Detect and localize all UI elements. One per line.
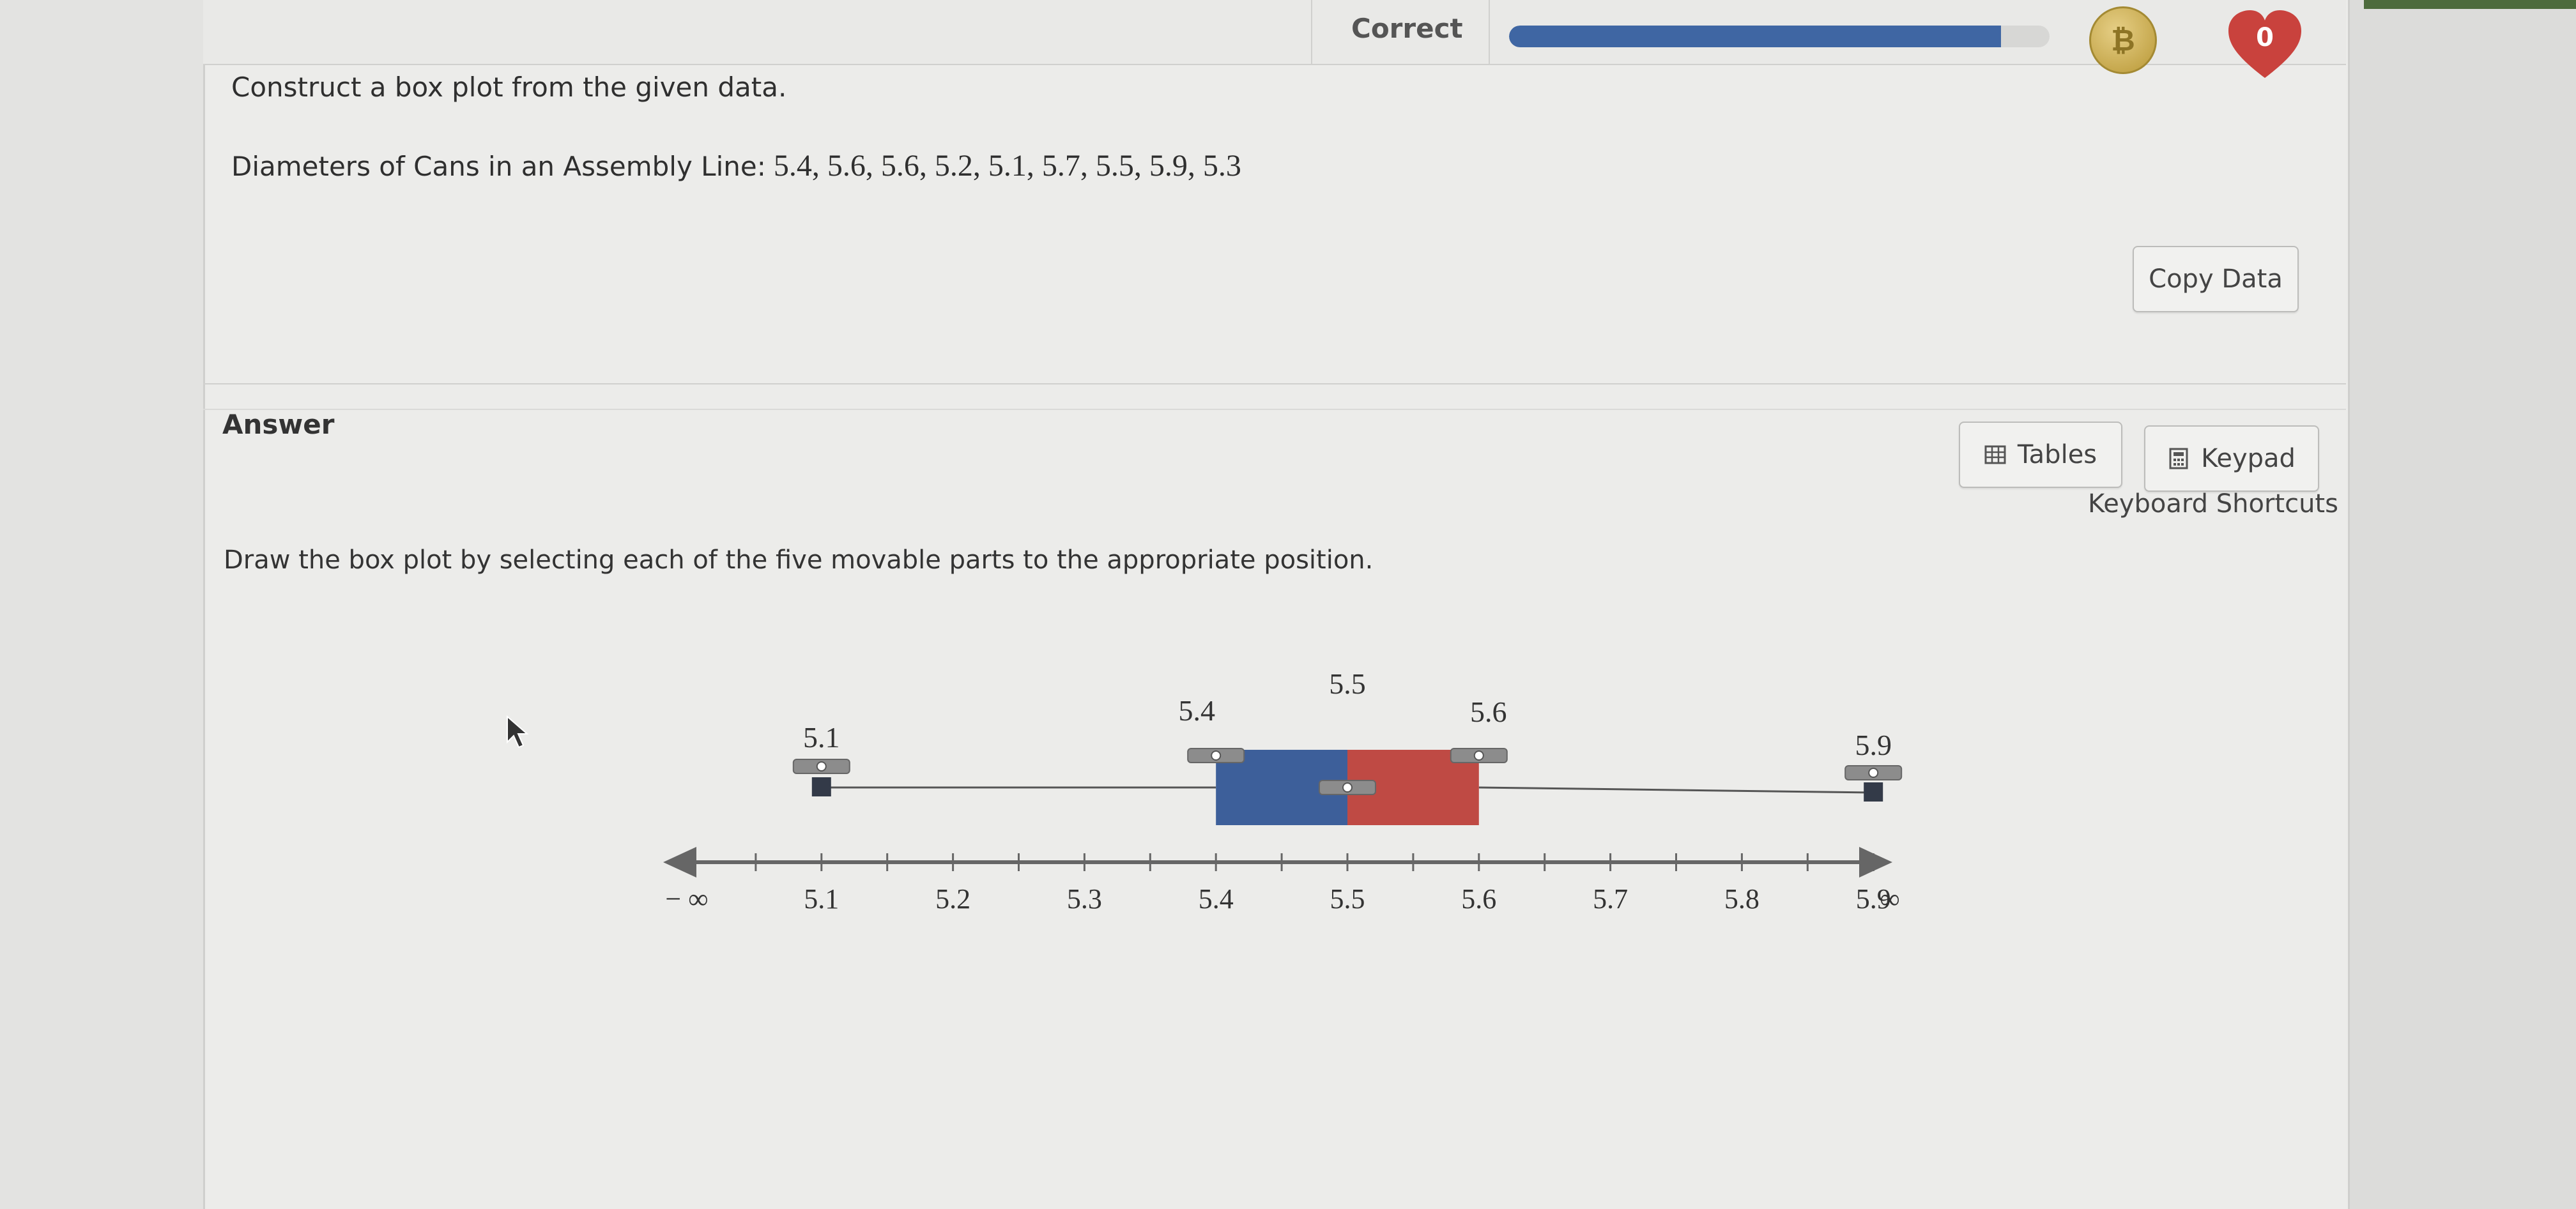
keypad-button[interactable]: Keypad <box>2144 425 2319 492</box>
max-handle-grip-icon <box>1868 768 1879 778</box>
tables-button[interactable]: Tables <box>1959 422 2122 488</box>
data-label: Diameters of Cans in an Assembly Line: <box>231 151 766 182</box>
tick-label: 5.6 <box>1461 883 1496 915</box>
q1-value-label: 5.4 <box>1178 694 1215 727</box>
tick-label: 5.4 <box>1199 883 1234 915</box>
q1-handle-grip-icon <box>1211 750 1222 761</box>
instruction-text: Draw the box plot by selecting each of t… <box>224 545 1374 575</box>
axis-left-arrow-icon <box>663 847 696 878</box>
q3-handle-grip-icon <box>1473 750 1484 761</box>
progress-bar <box>1509 26 2050 47</box>
tick-label: 5.8 <box>1724 883 1759 915</box>
progress-fill <box>1509 26 2001 47</box>
axis-right-end-label: ∞ <box>1880 883 1899 915</box>
tick-label: 5.7 <box>1593 883 1628 915</box>
upper-whisker <box>1478 786 1874 794</box>
question-prompt: Construct a box plot from the given data… <box>231 72 787 103</box>
min-marker[interactable] <box>811 777 831 796</box>
median-handle-grip-icon <box>1342 782 1353 793</box>
box-plot-chart[interactable]: 5.1 5.2 5.3 5.4 5.5 5.6 5.7 5.8 5.9 − ∞ ∞ 5.1 5.4 5.5… <box>639 651 1917 939</box>
tables-label: Tables <box>2017 440 2097 469</box>
table-icon <box>1984 445 2006 464</box>
min-value-label: 5.1 <box>803 721 840 754</box>
window-edge <box>2364 0 2576 9</box>
median-value-label: 5.5 <box>1329 667 1366 700</box>
data-values: 5.4, 5.6, 5.6, 5.2, 5.1, 5.7, 5.5, 5.9, … <box>773 149 1241 183</box>
calculator-icon <box>2169 448 2188 469</box>
keyboard-shortcuts-link[interactable]: Keyboard Shortcuts <box>2088 489 2338 519</box>
data-line: Diameters of Cans in an Assembly Line: 5.… <box>231 148 1241 183</box>
status-label: Correct <box>1351 13 1463 44</box>
axis-right-arrow-icon <box>1859 847 1892 878</box>
section-divider <box>203 383 2346 384</box>
right-background <box>2346 0 2576 1209</box>
answer-heading: Answer <box>222 409 335 440</box>
max-marker[interactable] <box>1864 782 1883 802</box>
keypad-label: Keypad <box>2201 444 2296 473</box>
tick-label: 5.5 <box>1330 883 1365 915</box>
section-divider-inner <box>203 409 2346 410</box>
mouse-cursor-icon <box>507 715 529 749</box>
tick-label: 5.3 <box>1067 883 1102 915</box>
copy-data-button[interactable]: Copy Data <box>2133 246 2299 312</box>
left-background <box>0 0 203 1209</box>
hearts-count: 0 <box>2256 23 2274 52</box>
tick-label: 5.1 <box>804 883 839 915</box>
q3-value-label: 5.6 <box>1470 696 1507 728</box>
max-value-label: 5.9 <box>1855 729 1892 761</box>
axis-left-end-label: − ∞ <box>665 883 708 915</box>
min-handle-grip-icon <box>816 761 827 772</box>
tick-label: 5.2 <box>935 883 970 915</box>
coin-icon[interactable]: ₿ <box>2089 6 2157 74</box>
